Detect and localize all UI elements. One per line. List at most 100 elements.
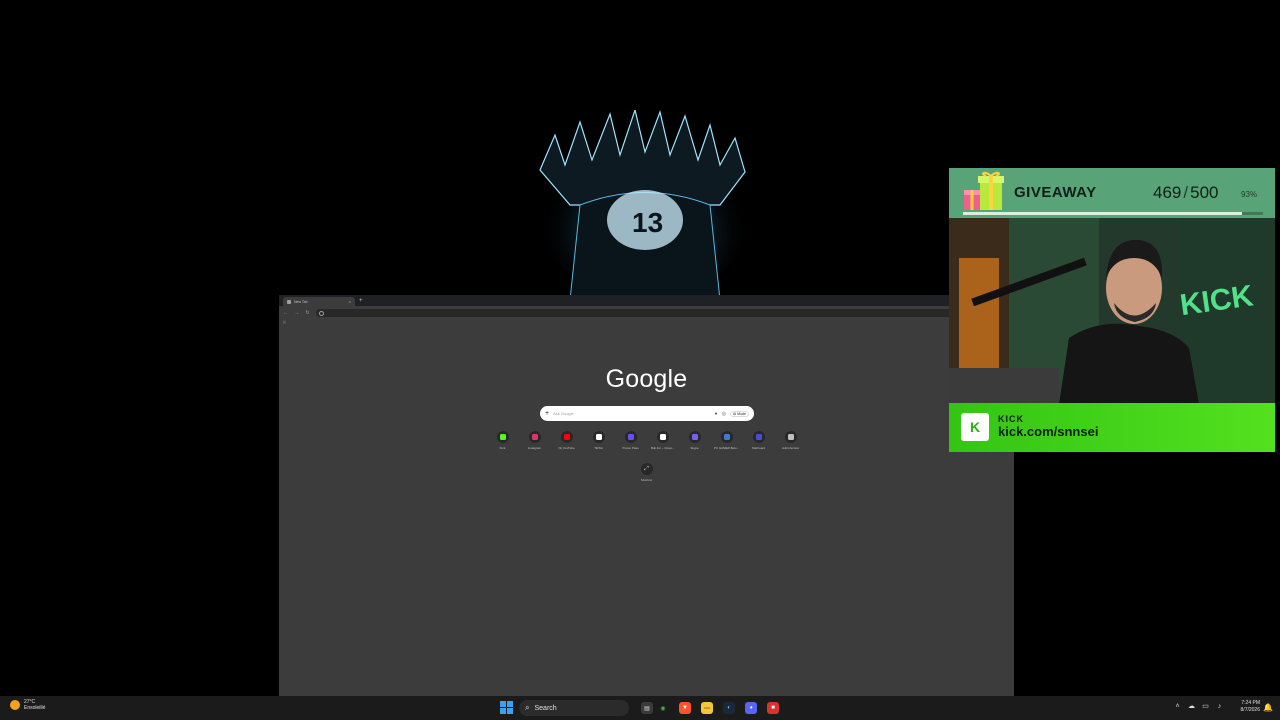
- discord-icon[interactable]: ◕: [745, 702, 757, 714]
- shortcut-label: Starboard: [751, 446, 766, 450]
- kick-channel-url: kick.com/snnsei: [998, 424, 1099, 439]
- tab-close-icon[interactable]: ×: [349, 299, 351, 304]
- shortcut-favicon-icon: [755, 434, 762, 440]
- shortcut-icon: [688, 431, 701, 443]
- windows-logo-icon: [500, 701, 506, 707]
- add-icon[interactable]: +: [545, 410, 549, 417]
- shortcut-tile[interactable]: Starboard: [750, 431, 768, 450]
- microphone-icon[interactable]: ●: [715, 411, 718, 417]
- browser-toolbar: ← → ↻: [279, 306, 1014, 320]
- giveaway-total: 500: [1190, 183, 1219, 202]
- clock-date: 8/7/2026: [1240, 707, 1260, 713]
- back-icon[interactable]: ←: [283, 310, 288, 316]
- shortcut-label: Skype: [690, 446, 699, 450]
- shortcut-favicon-icon: [723, 434, 730, 440]
- svg-text:13: 13: [632, 207, 663, 238]
- shortcut-favicon-icon: [691, 434, 698, 440]
- taskbar: [0, 696, 1280, 720]
- shortcut-tile[interactable]: Add shortcut: [782, 431, 800, 450]
- shortcut-tile[interactable]: ⤢ Shortcut: [638, 463, 656, 482]
- kick-logo: K: [961, 413, 989, 441]
- shortcut-icon: [752, 431, 765, 443]
- files-icon[interactable]: ▤: [641, 702, 653, 714]
- wallpaper-crown-figure: 13: [539, 110, 750, 300]
- ai-mode-button[interactable]: AI Mode: [729, 410, 749, 417]
- shortcut-tile[interactable]: Skype: [686, 431, 704, 450]
- bookmarks-bar: ⠿: [279, 320, 1014, 328]
- shortcut-label: (9) YouTube: [558, 446, 575, 450]
- shortcut-label: TikTok: [594, 446, 603, 450]
- shortcut-favicon-icon: [627, 434, 634, 440]
- giveaway-current: 469: [1153, 183, 1182, 202]
- steam-icon[interactable]: ◐: [723, 702, 735, 714]
- shortcut-label: Kick: [499, 446, 506, 450]
- shortcut-label: Instagram: [527, 446, 542, 450]
- shortcuts-grid: Kick Instagram (9) YouTube TikTok Proton Pas…: [279, 431, 1014, 450]
- gift-icon: [964, 171, 1004, 210]
- shortcut-icon: [528, 431, 541, 443]
- start-button[interactable]: [500, 701, 513, 714]
- shortcut-tile[interactable]: Bolt.fun – Creat...: [650, 431, 675, 450]
- clock[interactable]: 7:24 PM 8/7/2026: [1230, 700, 1260, 714]
- kick-brand-label: KICK: [998, 414, 1024, 424]
- shortcut-tile[interactable]: Proton Pass: [622, 431, 640, 450]
- search-placeholder: Ask Google: [553, 411, 574, 416]
- shortcut-label: Bolt.fun – Creat...: [650, 446, 675, 450]
- taskbar-search[interactable]: ⌕ Search: [519, 700, 629, 716]
- folder-icon[interactable]: ▬: [701, 702, 713, 714]
- shortcut-label: Add shortcut: [782, 446, 799, 450]
- google-logo: Google: [605, 365, 688, 393]
- clock-time: 7:24 PM: [1241, 700, 1260, 706]
- volume-icon[interactable]: ♪: [1215, 703, 1224, 710]
- shortcut-tile[interactable]: (9) YouTube: [558, 431, 576, 450]
- tab-new-tab[interactable]: New Tab ×: [283, 297, 355, 306]
- shortcut-tile[interactable]: Instagram: [526, 431, 544, 450]
- apps-icon[interactable]: ⠿: [283, 320, 286, 325]
- browser-window: New Tab × + ← → ↻ ⠿ Google + Ask Google …: [279, 295, 1014, 696]
- shortcut-favicon-icon: [499, 434, 506, 440]
- shortcut-icon: [656, 431, 669, 443]
- notification-icon[interactable]: 🔔: [1263, 703, 1273, 712]
- shortcut-icon: [592, 431, 605, 443]
- shortcut-icon: ⤢: [640, 463, 653, 475]
- taskbar-search-label: Search: [534, 704, 557, 712]
- shortcut-favicon-icon: [563, 434, 570, 440]
- weather-condition: Ensoleillé: [24, 705, 46, 711]
- shortcut-icon: [784, 431, 797, 443]
- giveaway-count: 469/500: [1153, 183, 1218, 203]
- address-bar[interactable]: [316, 309, 1010, 317]
- shortcut-label: Proton Pass: [622, 446, 639, 450]
- new-tab-button[interactable]: +: [359, 297, 363, 306]
- shortcut-label: PC GAMER Belo...: [713, 446, 740, 450]
- shortcut-favicon-icon: [659, 434, 666, 440]
- brave-icon[interactable]: ▼: [679, 702, 691, 714]
- media-app-icon[interactable]: ■: [767, 702, 779, 714]
- shortcuts-row-2: ⤢ Shortcut: [279, 463, 1014, 482]
- onedrive-icon[interactable]: ☁: [1187, 702, 1196, 710]
- shortcut-favicon-icon: [531, 434, 538, 440]
- chrome-icon[interactable]: ◉: [657, 702, 669, 714]
- desktop: 13 New Tab × + ← → ↻ ⠿ Google + Ask Goog…: [0, 0, 1280, 720]
- lens-icon[interactable]: ◎: [722, 411, 726, 417]
- tab-strip: New Tab × +: [279, 295, 1014, 306]
- shortcut-label: Shortcut: [640, 478, 653, 482]
- shortcut-tile[interactable]: PC GAMER Belo...: [714, 431, 739, 450]
- google-g-icon: [319, 310, 324, 316]
- giveaway-progress-bar: [963, 212, 1263, 215]
- search-icon: ⌕: [525, 703, 530, 712]
- network-icon[interactable]: ▭: [1201, 702, 1210, 710]
- shortcut-tile[interactable]: TikTok: [590, 431, 608, 450]
- weather-widget[interactable]: 27°C Ensoleillé: [10, 699, 45, 711]
- search-input[interactable]: + Ask Google ● ◎ AI Mode: [540, 406, 754, 421]
- giveaway-percent: 93%: [1241, 190, 1258, 199]
- shortcut-icon: [720, 431, 733, 443]
- shortcut-favicon-icon: [595, 434, 602, 440]
- giveaway-title: GIVEAWAY: [1014, 184, 1097, 201]
- shortcut-icon: [624, 431, 637, 443]
- show-hidden-icons-icon[interactable]: ˄: [1173, 703, 1182, 710]
- sun-icon: [10, 700, 20, 710]
- reload-icon[interactable]: ↻: [305, 310, 310, 316]
- giveaway-separator: /: [1183, 183, 1189, 202]
- shortcut-tile[interactable]: Kick: [494, 431, 512, 450]
- forward-icon[interactable]: →: [294, 310, 299, 316]
